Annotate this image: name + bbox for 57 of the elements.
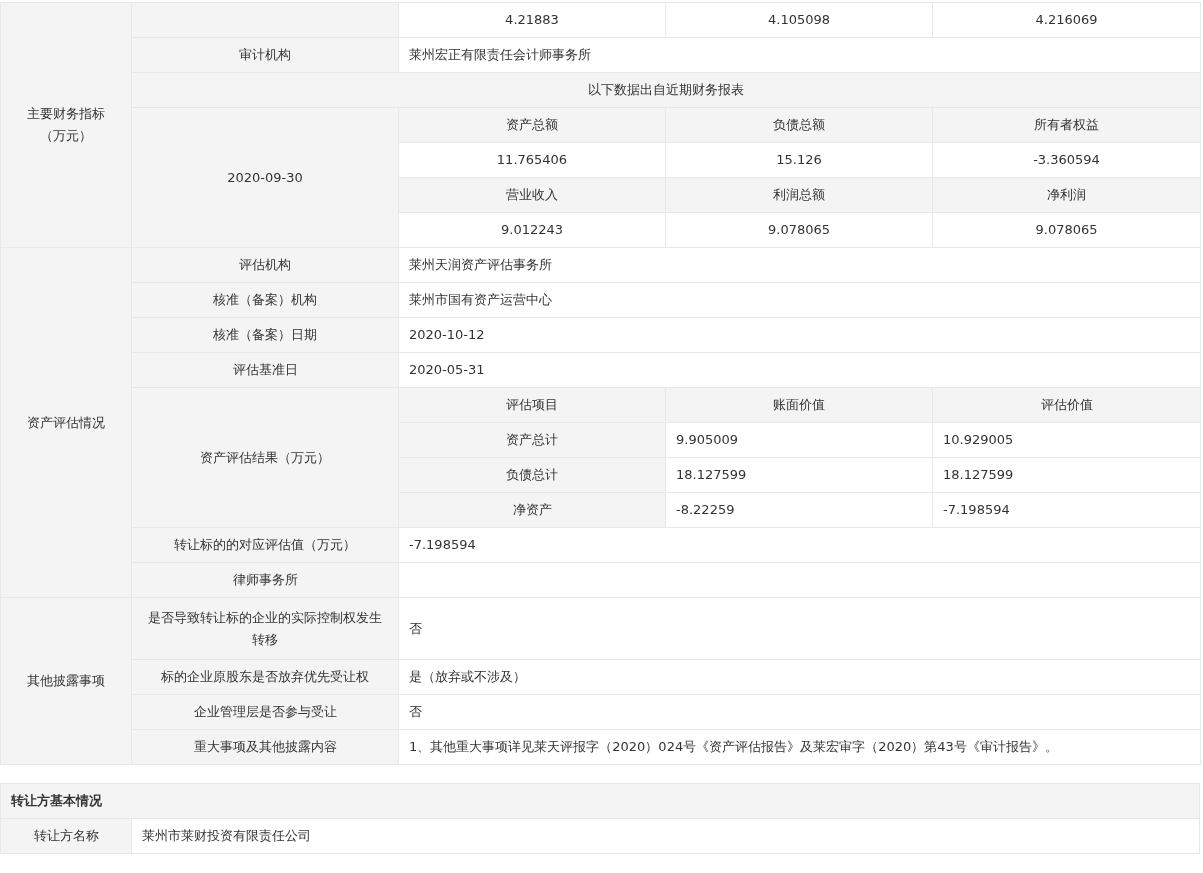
value-cell: 18.127599 — [932, 457, 1201, 493]
row-header: 净资产 — [398, 492, 666, 528]
section-heading: 转让方基本情况 — [0, 783, 1200, 819]
field-value: 莱州宏正有限责任会计师事务所 — [398, 37, 1201, 73]
column-header: 账面价值 — [665, 387, 933, 423]
column-header: 利润总额 — [665, 177, 933, 213]
column-header: 负债总额 — [665, 107, 933, 143]
field-label: 评估机构 — [131, 247, 399, 283]
field-label: 转让方名称 — [0, 818, 132, 854]
field-label: 重大事项及其他披露内容 — [131, 729, 399, 765]
field-value: -7.198594 — [398, 527, 1201, 563]
field-value: 莱州市莱财投资有限责任公司 — [131, 818, 1200, 854]
value-cell: -3.360594 — [932, 142, 1201, 178]
field-label: 转让标的的对应评估值（万元） — [131, 527, 399, 563]
value-cell: 4.105098 — [665, 2, 933, 38]
column-header: 评估价值 — [932, 387, 1201, 423]
column-header: 净利润 — [932, 177, 1201, 213]
value-cell: 10.929005 — [932, 422, 1201, 458]
field-label: 律师事务所 — [131, 562, 399, 598]
field-label: 企业管理层是否参与受让 — [131, 694, 399, 730]
value-cell: 9.078065 — [932, 212, 1201, 248]
field-label: 核准（备案）日期 — [131, 317, 399, 353]
field-value: 2020-05-31 — [398, 352, 1201, 388]
field-value: 莱州天润资产评估事务所 — [398, 247, 1201, 283]
row-header: 资产总计 — [398, 422, 666, 458]
field-label: 资产评估结果（万元） — [131, 387, 399, 528]
field-label: 审计机构 — [131, 37, 399, 73]
column-header: 评估项目 — [398, 387, 666, 423]
value-cell: 11.765406 — [398, 142, 666, 178]
banner-text: 以下数据出自近期财务报表 — [131, 72, 1201, 108]
section-title: 其他披露事项 — [27, 672, 105, 690]
field-label: 标的企业原股东是否放弃优先受让权 — [131, 659, 399, 695]
value-cell: -7.198594 — [932, 492, 1201, 528]
row-header: 负债总计 — [398, 457, 666, 493]
value-cell: 9.012243 — [398, 212, 666, 248]
field-label: 评估基准日 — [131, 352, 399, 388]
value-cell: 4.21883 — [398, 2, 666, 38]
section-title: 主要财务指标（万元） — [26, 105, 106, 145]
column-header: 营业收入 — [398, 177, 666, 213]
value-cell: 4.216069 — [932, 2, 1201, 38]
column-header: 资产总额 — [398, 107, 666, 143]
field-label: 核准（备案）机构 — [131, 282, 399, 318]
column-header: 所有者权益 — [932, 107, 1201, 143]
field-value: 是（放弃或不涉及） — [398, 659, 1201, 695]
section-title: 资产评估情况 — [27, 413, 105, 432]
value-cell: 15.126 — [665, 142, 933, 178]
field-value: 否 — [398, 694, 1201, 730]
value-cell: -8.22259 — [665, 492, 933, 528]
field-value: 2020-10-12 — [398, 317, 1201, 353]
report-date: 2020-09-30 — [131, 107, 399, 248]
value-cell: 18.127599 — [665, 457, 933, 493]
field-value: 莱州市国有资产运营中心 — [398, 282, 1201, 318]
value-cell: 9.905009 — [665, 422, 933, 458]
value-cell: 9.078065 — [665, 212, 933, 248]
field-value: 否 — [398, 597, 1201, 660]
field-label: 是否导致转让标的企业的实际控制权发生转移 — [131, 597, 399, 660]
field-value: 1、其他重大事项详见莱天评报字（2020）024号《资产评估报告》及莱宏审字（2020）第43号《审计报告》。 — [398, 729, 1201, 765]
